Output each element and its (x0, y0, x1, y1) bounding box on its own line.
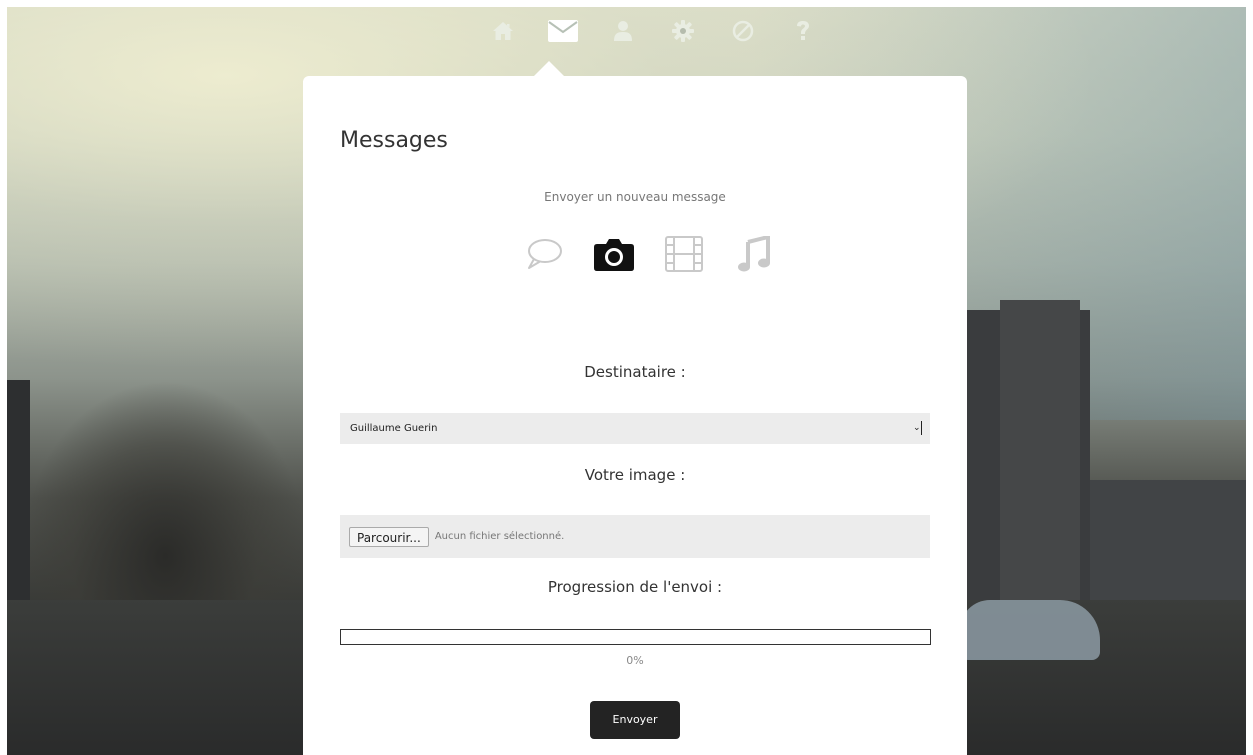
progress-label: Progression de l'envoi : (547, 578, 723, 596)
question-icon (797, 21, 809, 40)
type-image-button[interactable] (579, 232, 649, 276)
send-button[interactable]: Envoyer (590, 701, 680, 739)
progress-percent: 0% (626, 654, 644, 667)
message-type-selector (509, 232, 789, 276)
type-text-button[interactable] (509, 232, 579, 276)
nav-messages[interactable] (533, 14, 593, 48)
nav-pointer (534, 61, 564, 76)
user-icon (614, 21, 632, 41)
file-status-text: Aucun fichier sélectionné. (434, 531, 565, 542)
recipient-select[interactable]: Guillaume Guerin ⌄ (340, 413, 930, 444)
camera-icon (594, 239, 634, 271)
dropdown-arrow-icon[interactable]: ⌄ (913, 421, 922, 435)
panel-subtitle: Envoyer un nouveau message (544, 190, 726, 204)
file-input: Parcourir... Aucun fichier sélectionné. (340, 515, 930, 558)
browse-button[interactable]: Parcourir... (349, 526, 429, 547)
nav-profile[interactable] (593, 14, 653, 48)
nav-settings[interactable] (653, 14, 713, 48)
image-label: Votre image : (584, 466, 686, 484)
block-icon (732, 20, 754, 42)
envelope-icon (548, 20, 578, 42)
recipient-label: Destinataire : (584, 363, 686, 381)
speech-bubble-icon (528, 239, 562, 269)
nav-block[interactable] (713, 14, 773, 48)
type-video-button[interactable] (649, 232, 719, 276)
gear-icon (672, 20, 694, 42)
messages-panel: Messages Envoyer un nouveau message Dest… (303, 76, 967, 755)
nav-home[interactable] (473, 14, 533, 48)
recipient-value: Guillaume Guerin (350, 423, 438, 434)
nav-help[interactable] (773, 14, 833, 48)
page-title: Messages (340, 128, 448, 153)
upload-progress-bar (340, 629, 931, 645)
music-note-icon (738, 236, 770, 272)
home-icon (493, 22, 513, 40)
type-audio-button[interactable] (719, 232, 789, 276)
top-navigation (473, 14, 833, 48)
film-icon (665, 236, 703, 272)
